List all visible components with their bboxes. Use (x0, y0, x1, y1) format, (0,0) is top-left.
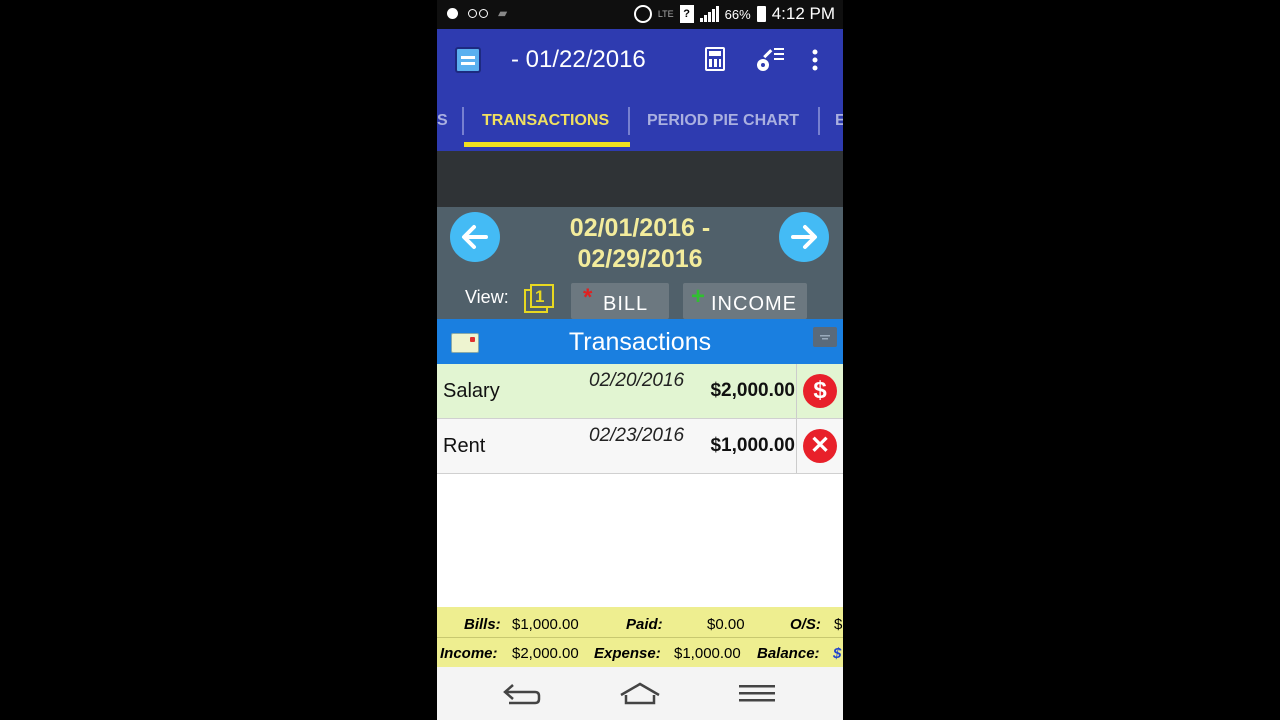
add-income-button[interactable]: + INCOME (683, 283, 807, 319)
app-bar: - 01/22/2016 (437, 29, 843, 91)
previous-period-button[interactable] (450, 212, 500, 262)
income-label: Income: (440, 645, 498, 662)
view-count: 1 (535, 287, 545, 306)
summary-line-bills: Bills: $1,000.00 Paid: $0.00 O/S: $ (437, 609, 843, 637)
period-start: 02/01/2016 - (569, 214, 711, 242)
transaction-name: Salary (443, 380, 500, 402)
close-icon[interactable]: ✕ (803, 429, 837, 463)
tab-next[interactable]: E (835, 112, 843, 130)
arrow-right-icon (791, 225, 817, 249)
tab-previous[interactable]: S (437, 112, 448, 130)
expense-label: Expense: (594, 645, 661, 662)
app-logo-icon[interactable] (455, 47, 481, 73)
summary-line-totals: Income: $2,000.00 Expense: $1,000.00 Bal… (437, 638, 843, 666)
table-row[interactable]: Rent 02/23/2016 $1,000.00 ✕ (437, 419, 843, 474)
transaction-date: 02/20/2016 (589, 370, 685, 391)
bill-button-label: BILL (603, 293, 649, 315)
income-button-label: INCOME (711, 293, 797, 315)
tab-period-pie-chart[interactable]: PERIOD PIE CHART (647, 112, 799, 130)
paid-value: $0.00 (707, 616, 745, 633)
notification-dot-icon (447, 7, 458, 19)
menu-icon[interactable] (739, 683, 775, 703)
period-range: 02/01/2016 - 02/29/2016 (527, 213, 753, 275)
back-icon[interactable] (501, 681, 543, 707)
os-label: O/S: (790, 616, 821, 633)
filter-icon[interactable] (813, 327, 837, 347)
status-bar: ▰ LTE ? 66% 4:12 PM (437, 0, 843, 29)
transaction-amount: $1,000.00 (710, 435, 795, 456)
plus-red-icon: * (583, 284, 593, 311)
overflow-menu-icon[interactable] (811, 49, 819, 71)
transaction-amount: $2,000.00 (710, 380, 795, 401)
alarm-icon (633, 5, 652, 23)
row-divider (796, 419, 797, 473)
tab-divider (462, 107, 464, 135)
voicemail-icon (468, 8, 488, 18)
os-value: $ (834, 616, 843, 633)
transaction-name: Rent (443, 435, 486, 457)
balance-label: Balance: (757, 645, 820, 662)
key-menu-icon[interactable] (755, 45, 785, 75)
expense-value: $1,000.00 (674, 645, 741, 662)
calculator-icon[interactable] (705, 47, 725, 71)
transaction-date: 02/23/2016 (589, 425, 685, 446)
period-end: 02/29/2016 (577, 245, 703, 273)
bills-label: Bills: (464, 616, 501, 633)
battery-icon (756, 6, 766, 22)
row-divider (796, 364, 797, 418)
battery-percent: 66% (724, 6, 751, 22)
paid-label: Paid: (626, 616, 663, 633)
table-row[interactable]: Salary 02/20/2016 $2,000.00 $ (437, 364, 843, 419)
summary-bar: Bills: $1,000.00 Paid: $0.00 O/S: $ Inco… (437, 607, 843, 667)
clock: 4:12 PM (771, 4, 835, 23)
transactions-title: Transactions (568, 328, 712, 356)
bills-value: $1,000.00 (512, 616, 579, 633)
tab-bar: S TRANSACTIONS PERIOD PIE CHART E (437, 91, 843, 151)
arrow-left-icon (462, 225, 488, 249)
lte-icon: LTE (657, 9, 674, 19)
phone-screen: ▰ LTE ? 66% 4:12 PM - 01/22/2016 S TRANS… (437, 0, 843, 720)
income-value: $2,000.00 (512, 645, 579, 662)
home-icon[interactable] (618, 681, 662, 707)
dollar-icon[interactable]: $ (803, 374, 837, 408)
period-navigator: 02/01/2016 - 02/29/2016 View: 1 * BILL +… (437, 207, 843, 319)
view-mode-toggle[interactable]: 1 (524, 284, 554, 313)
system-nav-bar (437, 667, 843, 720)
balance-value: $ (833, 645, 842, 662)
ad-banner-area (437, 151, 843, 207)
leaf-icon: ▰ (498, 6, 508, 20)
view-label: View: (465, 287, 509, 307)
current-date-title[interactable]: - 01/22/2016 (511, 46, 646, 74)
add-bill-button[interactable]: * BILL (571, 283, 669, 319)
plus-green-icon: + (691, 283, 706, 310)
next-period-button[interactable] (779, 212, 829, 262)
active-tab-indicator (464, 142, 630, 147)
transactions-header: Transactions (437, 319, 843, 364)
tab-divider (628, 107, 630, 135)
sim-icon: ? (679, 5, 694, 23)
tab-divider (818, 107, 820, 135)
signal-icon (699, 6, 719, 22)
tab-transactions[interactable]: TRANSACTIONS (482, 112, 609, 130)
